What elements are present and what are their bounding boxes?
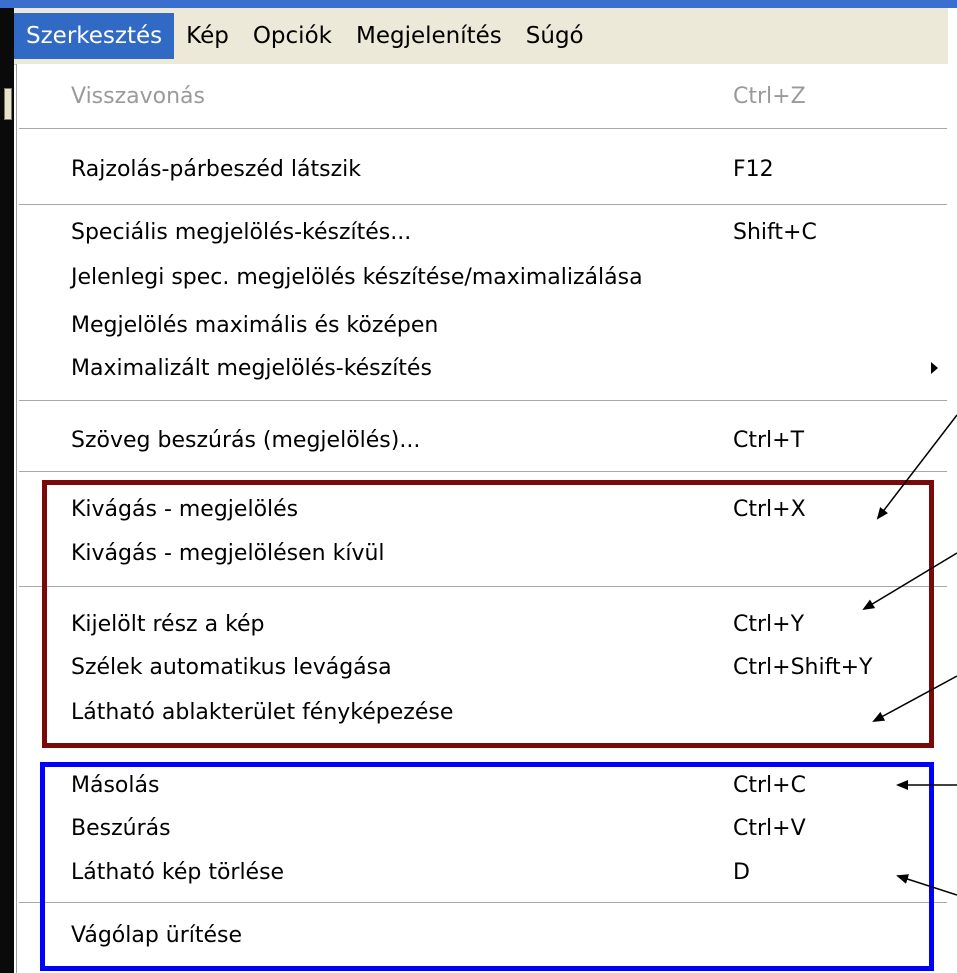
annotation-arrow [872,675,957,722]
annotation-arrow [862,552,957,611]
annotation-arrow [876,414,957,520]
annotation-arrows [862,414,957,896]
annotation-arrow [896,874,957,896]
